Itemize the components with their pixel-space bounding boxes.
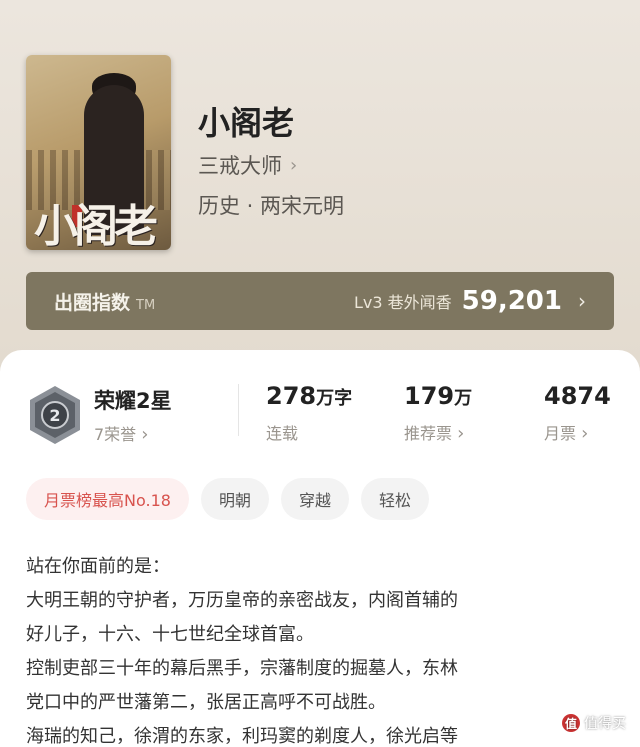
tag-time-travel[interactable]: 穿越 <box>280 478 349 520</box>
stats-divider <box>238 384 239 436</box>
stat-label: 连载 <box>266 424 299 443</box>
book-title: 小阁老 <box>198 104 295 142</box>
stat-label: 推荐票 <box>404 424 453 443</box>
cover-title-text: 小阁老 <box>34 201 158 250</box>
stat-value: 4874 <box>544 382 611 410</box>
chevron-right-icon: › <box>457 423 465 444</box>
trademark-mark: TM <box>136 297 156 313</box>
honor-count-link[interactable]: 7荣誉 › <box>94 421 148 445</box>
book-genre: 历史 · 两宋元明 <box>198 194 345 218</box>
synopsis-line: 控制吏部三十年的幕后黑手，宗藩制度的掘墓人，东林 <box>26 658 458 679</box>
watermark-logo-icon: 值 <box>562 714 580 732</box>
tag-ranking[interactable]: 月票榜最高No.18 <box>26 478 189 520</box>
watermark: 值 值得买 <box>562 713 626 733</box>
synopsis-line: 站在你面前的是： <box>26 556 170 577</box>
index-label: 出圈指数 <box>54 291 131 314</box>
badge-number: 2 <box>49 406 60 425</box>
synopsis-line: 党口中的严世藩第二，张居正高呼不可战胜。 <box>26 692 386 713</box>
stat-label: 月票 <box>544 424 577 443</box>
synopsis-line: 海瑞的知己，徐渭的东家，利玛窦的剃度人，徐光启等 <box>26 726 458 747</box>
stat-value: 179 <box>404 382 455 410</box>
popularity-index-bar[interactable]: 出圈指数 TM Lv3 巷外闻香 59,201 › <box>26 272 614 330</box>
tag-ming[interactable]: 明朝 <box>200 478 269 520</box>
stat-wordcount: 278万字 连载 <box>266 382 352 444</box>
tag-list: 月票榜最高No.18 明朝 穿越 轻松 <box>26 478 429 520</box>
index-value: 59,201 <box>461 286 562 316</box>
author-link[interactable]: 三戒大师 › <box>198 150 297 180</box>
book-synopsis[interactable]: 站在你面前的是： 大明王朝的守护者，万历皇帝的亲密战友，内阁首辅的 好儿子，十六… <box>26 550 616 747</box>
chevron-right-icon: › <box>290 154 298 176</box>
watermark-text: 值得买 <box>584 716 626 732</box>
stat-recommend[interactable]: 179万 推荐票 › <box>404 382 472 444</box>
chevron-right-icon: › <box>141 424 149 445</box>
synopsis-line: 好儿子，十六、十七世纪全球首富。 <box>26 624 314 645</box>
stat-value: 278 <box>266 382 317 410</box>
index-level: Lv3 巷外闻香 <box>354 293 452 312</box>
honor-badge-icon[interactable]: 2 <box>26 384 84 446</box>
author-name: 三戒大师 <box>198 154 282 178</box>
book-cover[interactable]: 小阁老 <box>26 55 171 250</box>
chevron-right-icon: › <box>578 289 586 313</box>
chevron-right-icon: › <box>581 423 589 444</box>
synopsis-line: 大明王朝的守护者，万历皇帝的亲密战友，内阁首辅的 <box>26 590 458 611</box>
tag-relaxed[interactable]: 轻松 <box>360 478 429 520</box>
honor-count: 7荣誉 <box>94 425 137 444</box>
stat-unit: 万字 <box>316 388 353 409</box>
stat-monthly-tickets[interactable]: 4874 月票 › <box>544 382 611 444</box>
stat-unit: 万 <box>454 388 473 409</box>
honor-level: 荣耀2星 <box>94 389 172 413</box>
